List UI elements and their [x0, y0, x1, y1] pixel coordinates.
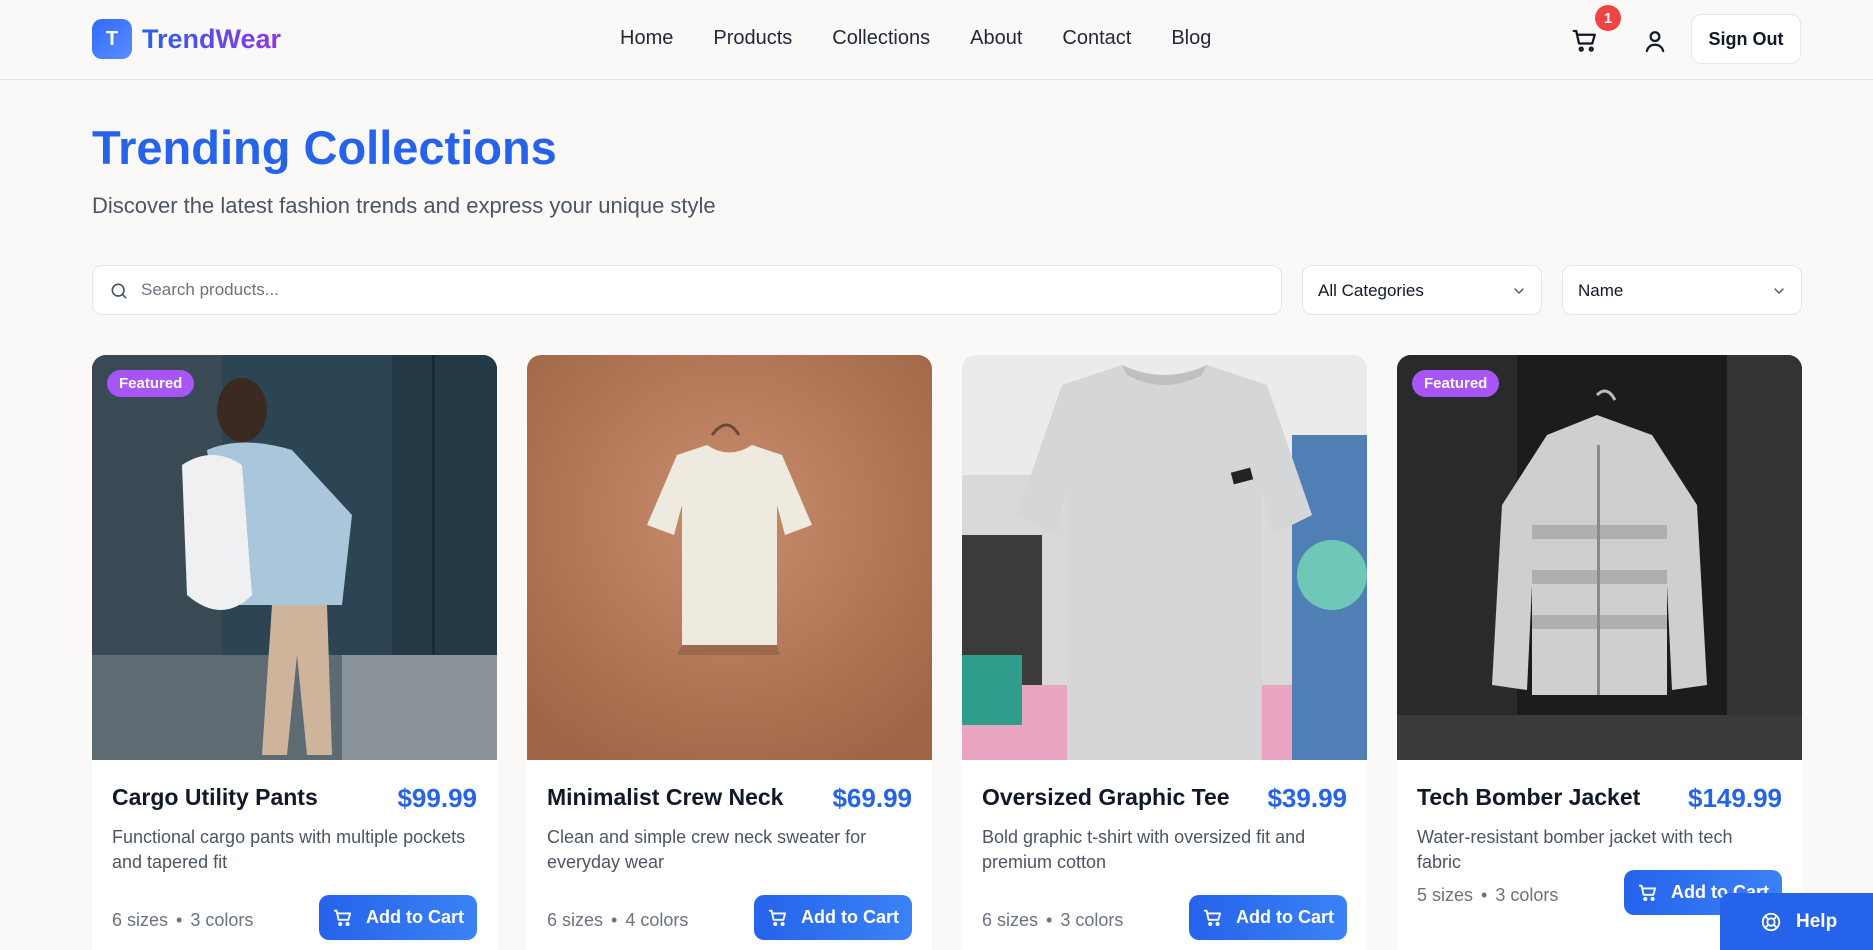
product-name[interactable]: Cargo Utility Pants	[112, 784, 318, 811]
product-image[interactable]	[527, 355, 932, 760]
product-description: Bold graphic t-shirt with oversized fit …	[982, 827, 1306, 872]
search-input[interactable]	[141, 266, 1271, 314]
add-to-cart-button[interactable]: Add to Cart	[319, 895, 477, 940]
nav-home[interactable]: Home	[620, 27, 673, 50]
product-image[interactable]	[92, 355, 497, 760]
category-select-value: All Categories	[1318, 281, 1424, 300]
color-count: 3 colors	[1495, 885, 1559, 905]
featured-badge: Featured	[107, 370, 195, 397]
product-image[interactable]	[1397, 355, 1802, 760]
chevron-down-icon	[1774, 288, 1784, 294]
product-price: $39.99	[1267, 783, 1347, 813]
cart-icon	[1203, 909, 1222, 926]
sort-select-value: Name	[1578, 281, 1624, 300]
product-options: 5 sizes • 3 colors	[1417, 885, 1559, 905]
lifebuoy-icon	[1761, 912, 1781, 931]
product-description: Functional cargo pants with multiple poc…	[112, 827, 466, 872]
product-price: $149.99	[1688, 783, 1782, 813]
cart-icon	[768, 909, 787, 926]
page-subtitle: Discover the latest fashion trends and e…	[92, 193, 716, 218]
nav-about[interactable]: About	[970, 27, 1022, 50]
add-to-cart-button[interactable]: Add to Cart	[1189, 895, 1347, 940]
product-options: 6 sizes • 4 colors	[547, 910, 689, 930]
main-nav: Home Products Collections About Contact …	[620, 27, 1211, 50]
featured-badge: Featured	[1412, 370, 1500, 397]
product-image[interactable]	[962, 355, 1367, 760]
product-card[interactable]: Featured Cargo Utility Pants $99.99 Func…	[92, 355, 497, 950]
nav-collections[interactable]: Collections	[832, 27, 930, 50]
cart-icon	[1572, 29, 1596, 52]
cart-count-badge: 1	[1595, 5, 1621, 31]
size-count: 5 sizes	[1417, 885, 1474, 905]
search-box	[92, 265, 1282, 315]
page-title: Trending Collections	[92, 121, 557, 174]
user-button[interactable]	[1640, 26, 1670, 56]
product-card[interactable]: Featured Tech Bomber Jacket $149.99 Wate…	[1397, 355, 1802, 950]
product-name[interactable]: Minimalist Crew Neck	[547, 784, 783, 811]
nav-blog[interactable]: Blog	[1171, 27, 1211, 50]
brand-logo[interactable]: T TrendWear	[92, 19, 281, 59]
product-name[interactable]: Oversized Graphic Tee	[982, 784, 1230, 811]
product-description: Water-resistant bomber jacket with tech …	[1417, 827, 1733, 872]
product-price: $69.99	[832, 783, 912, 813]
search-icon	[111, 283, 127, 299]
product-options: 6 sizes • 3 colors	[112, 910, 254, 930]
brand-name: TrendWear	[142, 23, 282, 54]
nav-products[interactable]: Products	[713, 27, 792, 50]
color-count: 3 colors	[1060, 910, 1124, 930]
nav-contact[interactable]: Contact	[1062, 27, 1131, 50]
color-count: 3 colors	[190, 910, 254, 930]
product-description: Clean and simple crew neck sweater for e…	[547, 827, 867, 872]
add-to-cart-label: Add to Cart	[1236, 907, 1334, 927]
color-count: 4 colors	[625, 910, 689, 930]
size-count: 6 sizes	[982, 910, 1039, 930]
help-button[interactable]: Help	[1720, 893, 1873, 950]
sort-select[interactable]: Name	[1562, 265, 1802, 315]
product-price: $99.99	[397, 783, 477, 813]
size-count: 6 sizes	[112, 910, 169, 930]
cart-button[interactable]	[1570, 26, 1600, 56]
cart-icon	[1638, 884, 1657, 901]
product-card[interactable]: Oversized Graphic Tee $39.99 Bold graphi…	[962, 355, 1367, 950]
help-label: Help	[1796, 910, 1838, 932]
logo-mark: T	[92, 19, 132, 59]
user-icon	[1645, 31, 1665, 53]
product-card[interactable]: Minimalist Crew Neck $69.99 Clean and si…	[527, 355, 932, 950]
add-to-cart-label: Add to Cart	[801, 907, 899, 927]
add-to-cart-label: Add to Cart	[366, 907, 464, 927]
cart-icon	[333, 909, 352, 926]
site-header: T TrendWear Home Products Collections Ab…	[0, 0, 1873, 80]
chevron-down-icon	[1514, 288, 1524, 294]
category-select[interactable]: All Categories	[1302, 265, 1542, 315]
sign-out-button[interactable]: Sign Out	[1691, 14, 1801, 64]
product-options: 6 sizes • 3 colors	[982, 910, 1124, 930]
add-to-cart-button[interactable]: Add to Cart	[754, 895, 912, 940]
size-count: 6 sizes	[547, 910, 604, 930]
product-name[interactable]: Tech Bomber Jacket	[1417, 784, 1640, 811]
